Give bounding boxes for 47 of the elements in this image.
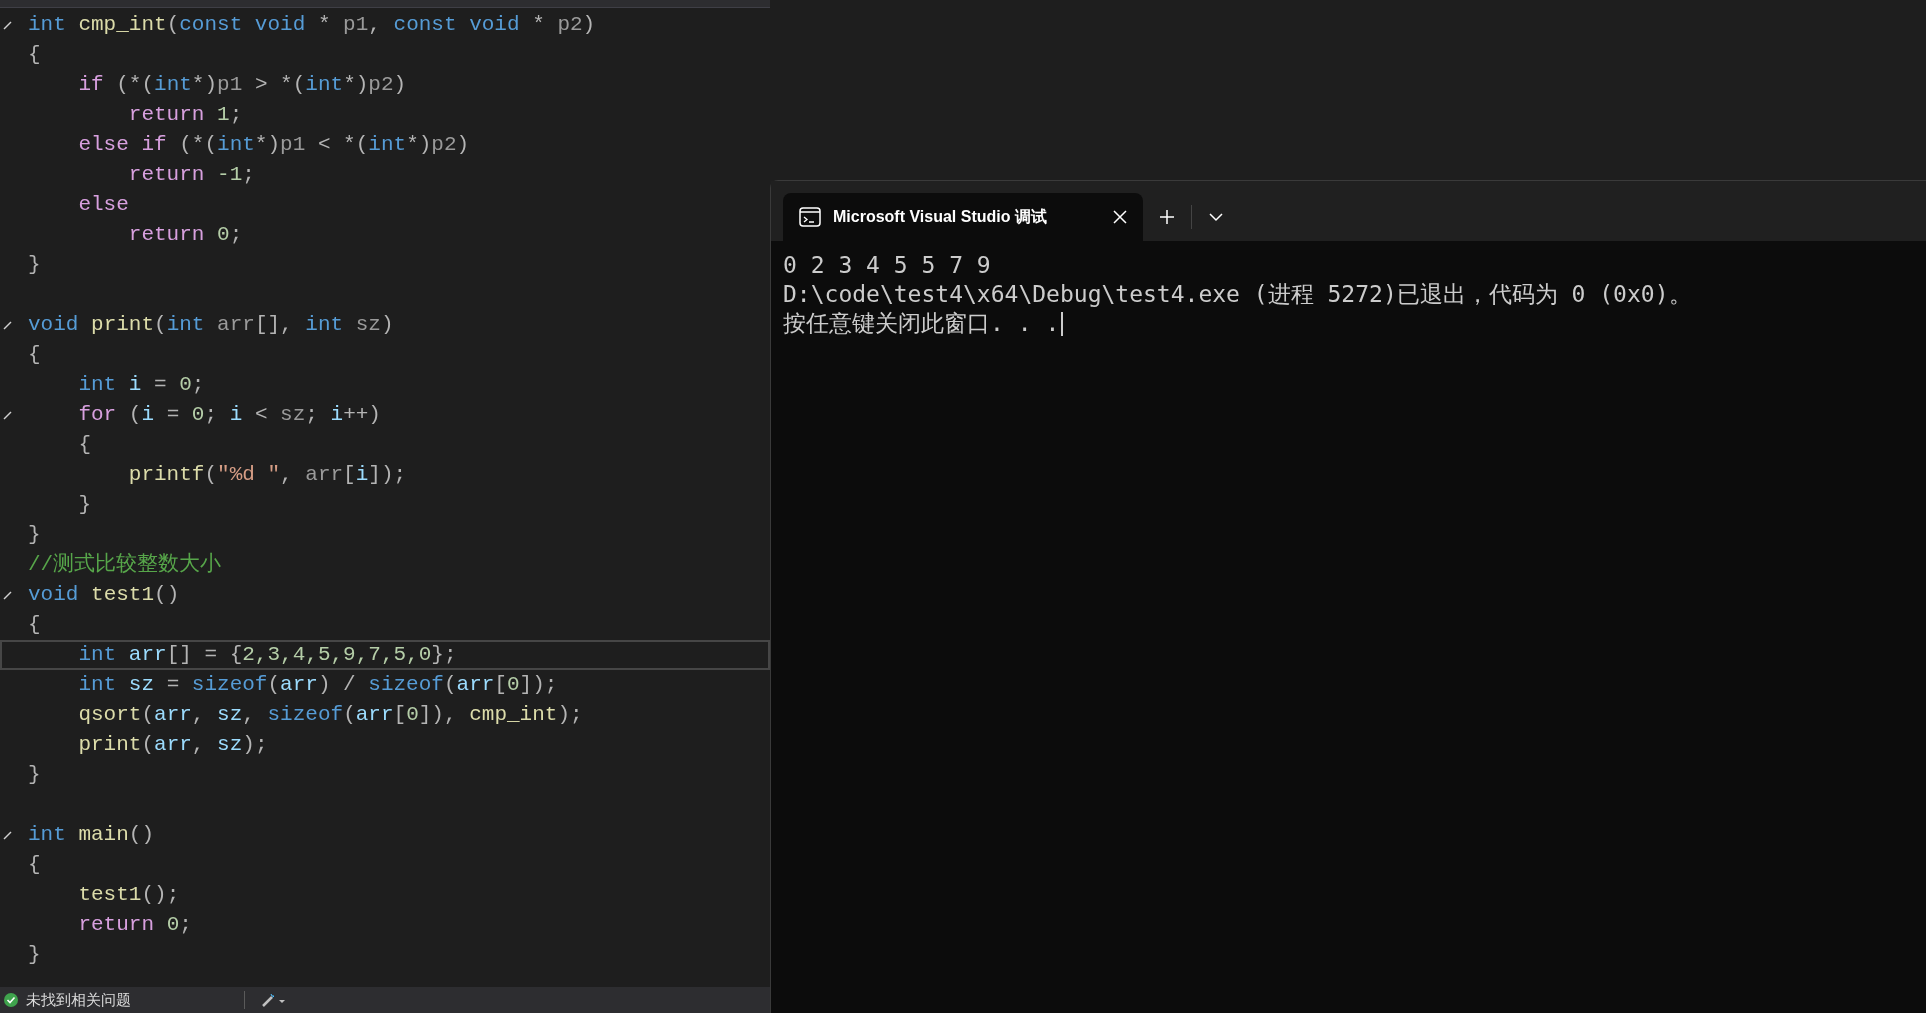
code-line: int sz = sizeof(arr) / sizeof(arr[0]);: [77, 672, 558, 698]
chevron-down-icon[interactable]: [1208, 212, 1224, 222]
code-line: qsort(arr, sz, sizeof(arr[0]), cmp_int);: [77, 702, 583, 728]
code-line: void test1(): [28, 582, 180, 608]
code-line: return 1;: [127, 102, 243, 128]
code-line: {: [28, 342, 41, 368]
code-line: print(arr, sz);: [77, 732, 268, 758]
code-line: if (*(int*)p1 > *(int*)p2): [77, 72, 407, 98]
collapse-icon[interactable]: [3, 21, 12, 30]
code-line: printf("%d ", arr[i]);: [127, 462, 407, 488]
code-line: }: [28, 942, 41, 968]
code-line: int arr[] = {2,3,4,5,9,7,5,0};: [77, 642, 457, 668]
brush-icon[interactable]: [261, 992, 287, 1008]
code-line: }: [28, 762, 41, 788]
console-output-line: 0 2 3 4 5 5 7 9: [783, 251, 991, 280]
code-line: return -1;: [127, 162, 255, 188]
code-line: int cmp_int(const void * p1, const void * p2): [28, 12, 596, 38]
collapse-icon[interactable]: [3, 591, 12, 600]
plus-icon[interactable]: [1159, 209, 1175, 225]
code-line: else: [77, 192, 129, 218]
status-message: 未找到相关问题: [26, 989, 132, 1010]
code-line: int main(): [28, 822, 155, 848]
collapse-icon[interactable]: [3, 321, 12, 330]
console-output-line: D:\code\test4\x64\Debug\test4.exe (进程 5272)已退出，代码为 0 (0x0)。: [783, 280, 1692, 309]
code-line: for (i = 0; i < sz; i++): [77, 402, 381, 428]
code-line: }: [28, 252, 41, 278]
code-line: {: [28, 42, 41, 68]
code-line: //测式比较整数大小: [28, 551, 222, 578]
terminal-icon: [799, 207, 821, 227]
code-line: void print(int arr[], int sz): [28, 312, 394, 338]
code-line: }: [77, 492, 91, 518]
collapse-icon[interactable]: [3, 831, 12, 840]
code-line: return 0;: [77, 912, 192, 938]
console-tab[interactable]: Microsoft Visual Studio 调试: [783, 193, 1143, 241]
code-line: test1();: [77, 882, 180, 908]
text-cursor: [1061, 311, 1064, 336]
console-output-line: 按任意键关闭此窗口. . .: [783, 309, 1060, 338]
code-line: return 0;: [127, 222, 243, 248]
close-icon[interactable]: [1113, 210, 1127, 224]
code-line: }: [28, 522, 41, 548]
code-line: {: [77, 432, 91, 458]
code-line: {: [28, 612, 41, 638]
code-line: int i = 0;: [77, 372, 205, 398]
check-icon: [4, 993, 18, 1007]
code-line: else if (*(int*)p1 < *(int*)p2): [77, 132, 470, 158]
collapse-icon[interactable]: [3, 411, 12, 420]
code-line: {: [28, 852, 41, 878]
